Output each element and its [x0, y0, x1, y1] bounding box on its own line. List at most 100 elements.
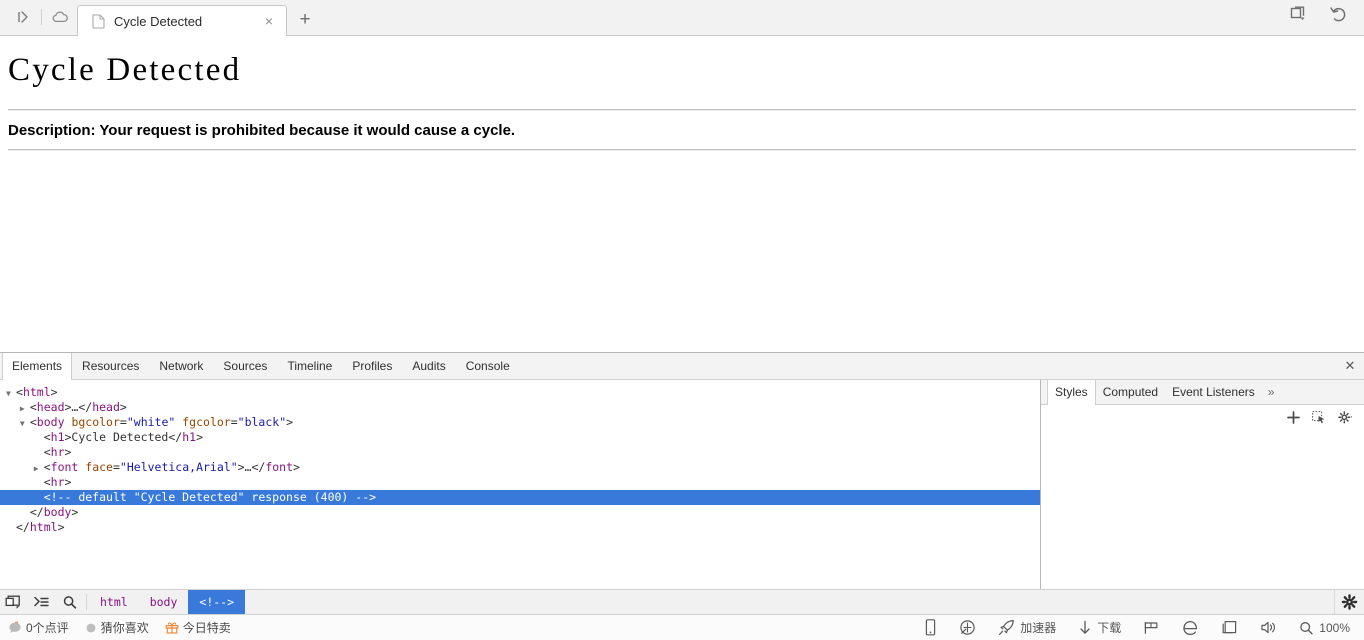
tab-audits[interactable]: Audits [402, 353, 455, 379]
dom-node[interactable]: ▼ <html> [0, 385, 1040, 400]
dom-token: > [71, 505, 79, 519]
compass-icon[interactable] [959, 619, 976, 636]
tab-computed[interactable]: Computed [1096, 380, 1165, 404]
dom-token: > [196, 430, 203, 444]
status-item-comments-label: 0个点评 [26, 621, 69, 635]
dom-node-selected[interactable]: <!-- default "Cycle Detected" response (… [0, 490, 1040, 505]
add-style-rule-icon[interactable] [1287, 410, 1300, 424]
dock-position-icon[interactable] [0, 590, 28, 614]
chrome-separator [41, 9, 42, 25]
dom-token: < [43, 445, 51, 459]
flag-icon[interactable] [1143, 621, 1160, 635]
styles-overflow-icon[interactable]: » [1262, 380, 1281, 404]
tab-strip: Cycle Detected × + [77, 0, 319, 36]
download-item[interactable]: 下载 [1078, 619, 1121, 636]
status-item-comments[interactable]: 0个点评 [8, 619, 69, 636]
mobile-phone-icon[interactable] [924, 619, 937, 636]
page-description: Description: Your request is prohibited … [8, 122, 516, 139]
zoom-magnifier-icon [1299, 621, 1314, 635]
dom-token: < [29, 400, 37, 414]
dom-token: face [85, 460, 113, 474]
tab-profiles[interactable]: Profiles [342, 353, 402, 379]
styles-content [1041, 429, 1364, 589]
disclosure-triangle-icon[interactable]: ▶ [20, 401, 30, 416]
devtools-close-icon[interactable]: ✕ [1336, 353, 1364, 379]
dom-token: > [119, 400, 127, 414]
dom-node[interactable]: <hr> [0, 475, 1040, 490]
window-icon[interactable] [1221, 620, 1238, 635]
styles-settings-gear-icon[interactable] [1338, 410, 1354, 424]
dom-token: >Cycle Detected</ [64, 430, 183, 444]
zoom-level-label: 100% [1319, 620, 1350, 635]
browser-tab[interactable]: Cycle Detected × [77, 5, 287, 36]
breadcrumb-html[interactable]: html [89, 590, 139, 614]
page-rule-top [8, 109, 1356, 111]
status-bar-left: 0个点评 猜你喜欢 今日特卖 [0, 619, 231, 636]
styles-toolbar [1041, 405, 1364, 429]
tab-sources[interactable]: Sources [213, 353, 277, 379]
dom-token: "white" [126, 415, 176, 429]
tab-console[interactable]: Console [456, 353, 520, 379]
dom-node[interactable]: ▶ <font face="Helvetica,Arial">…</font> [0, 460, 1040, 475]
dom-token: = [230, 415, 238, 429]
breadcrumb-comment[interactable]: <!--> [188, 590, 246, 614]
rocket-icon [998, 619, 1015, 636]
dom-node[interactable]: </body> [0, 505, 1040, 520]
accelerator-item[interactable]: 加速器 [998, 619, 1056, 636]
dom-node[interactable]: ▶ <head>…</head> [0, 400, 1040, 415]
tab-styles[interactable]: Styles [1047, 380, 1096, 405]
undo-reopen-tab-icon[interactable] [1326, 2, 1352, 28]
dom-token: </ [16, 520, 30, 534]
status-bar: 0个点评 猜你喜欢 今日特卖 加速器 下载 100% [0, 614, 1364, 640]
tab-title: Cycle Detected [114, 13, 203, 29]
tab-event-listeners[interactable]: Event Listeners [1165, 380, 1262, 404]
styles-pane: Styles Computed Event Listeners » [1041, 380, 1364, 589]
dom-node[interactable]: ▼ <body bgcolor="white" fgcolor="black"> [0, 415, 1040, 430]
dom-token: < [43, 460, 51, 474]
accelerator-label: 加速器 [1020, 621, 1057, 635]
zoom-level-item[interactable]: 100% [1299, 621, 1350, 635]
status-item-deals[interactable]: 今日特卖 [165, 619, 231, 636]
show-tabs-icon[interactable] [10, 4, 36, 30]
element-state-icon[interactable] [1312, 410, 1326, 424]
dom-token: head [36, 400, 65, 414]
dom-token: >…</ [237, 460, 266, 474]
cloud-icon[interactable] [47, 4, 73, 30]
chrome-right-controls [1286, 0, 1364, 35]
tab-timeline[interactable]: Timeline [277, 353, 342, 379]
speaker-icon[interactable] [1260, 620, 1277, 635]
dom-tree-pane[interactable]: ▼ <html> ▶ <head>…</head> ▼ <body bgcolor="… [0, 380, 1040, 589]
dom-token: > [50, 385, 58, 399]
disclosure-triangle-icon[interactable]: ▼ [20, 416, 30, 431]
disclosure-triangle-icon[interactable]: ▶ [34, 461, 44, 476]
tab-close-icon[interactable]: × [260, 12, 278, 30]
new-tab-button[interactable]: + [291, 5, 319, 33]
console-drawer-icon[interactable] [28, 590, 56, 614]
dom-token: = [112, 460, 120, 474]
gift-icon [165, 621, 179, 634]
chrome-left-controls [0, 0, 77, 35]
dom-node[interactable]: </html> [0, 520, 1040, 535]
breadcrumb-body[interactable]: body [139, 590, 189, 614]
settings-gear-icon[interactable] [1334, 590, 1364, 614]
tab-resources[interactable]: Resources [72, 353, 149, 379]
dom-token: bgcolor [71, 415, 120, 429]
dom-token: font [50, 460, 79, 474]
dom-node[interactable]: <h1>Cycle Detected</h1> [0, 430, 1040, 445]
dom-token: font [265, 460, 294, 474]
tab-elements[interactable]: Elements [2, 353, 73, 380]
tab-stack-dropdown-icon[interactable] [1286, 2, 1312, 28]
status-item-recommend[interactable]: 猜你喜欢 [85, 619, 149, 636]
dom-token: <!-- default "Cycle Detected" response (… [43, 490, 377, 504]
dom-token: >…</ [64, 400, 93, 414]
heart-dot-icon [85, 622, 97, 634]
dom-token: < [16, 385, 23, 399]
dom-token: </ [29, 505, 44, 519]
search-icon[interactable] [56, 590, 84, 614]
tab-network[interactable]: Network [149, 353, 213, 379]
dom-token: body [36, 415, 65, 429]
devtools-tabbar: Elements Resources Network Sources Timel… [0, 353, 1364, 380]
disclosure-triangle-icon[interactable]: ▼ [6, 386, 16, 401]
dom-node[interactable]: <hr> [0, 445, 1040, 460]
edge-e-icon[interactable] [1182, 620, 1199, 636]
